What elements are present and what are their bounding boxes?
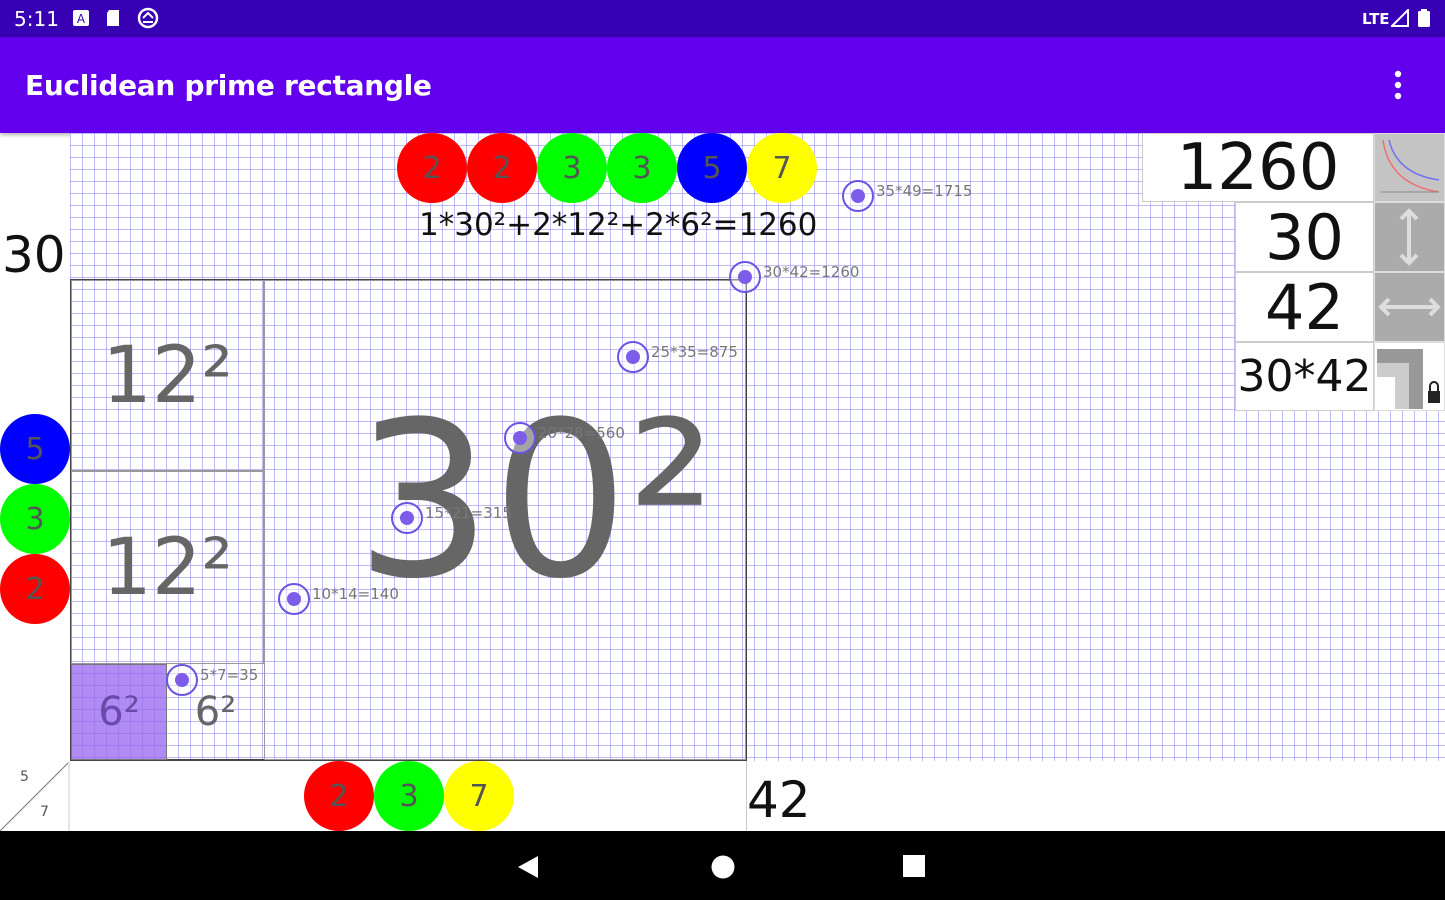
- vertical-arrows-icon: [1399, 208, 1419, 266]
- prime-ball-2[interactable]: 2: [0, 554, 70, 624]
- battery-icon: [1418, 9, 1430, 27]
- square-label: 12²: [102, 330, 233, 421]
- app-title: Euclidean prime rectangle: [25, 69, 432, 102]
- formula-text: 1*30²+2*12²+2*6²=1260: [419, 207, 818, 243]
- sd-card-icon: [107, 10, 119, 26]
- scale-point-marker[interactable]: [841, 179, 875, 213]
- svg-text:A: A: [77, 12, 86, 26]
- nested-squares-lock-icon: [1377, 349, 1440, 409]
- scale-point-label: 5*7=35: [200, 666, 259, 684]
- scale-point-label: 10*14=140: [312, 585, 399, 603]
- prime-ball-3[interactable]: 3: [0, 484, 70, 554]
- height-dimension-label: 30: [2, 226, 66, 284]
- horizontal-arrows-button[interactable]: [1374, 272, 1445, 342]
- scale-point-marker[interactable]: [165, 663, 199, 697]
- product-value: 30*42: [1235, 342, 1374, 411]
- product-text: 30*42: [1237, 351, 1372, 402]
- lte-signal-icon: [1391, 9, 1409, 27]
- width-text: 42: [1265, 270, 1344, 344]
- curve-graph-icon: [1381, 139, 1440, 193]
- area-text: 1260: [1176, 130, 1340, 205]
- network-type: LTE: [1362, 10, 1390, 28]
- scale-point-marker[interactable]: [277, 582, 311, 616]
- scale-point-label: 35*49=1715: [876, 182, 973, 200]
- notification-a-icon: A: [73, 10, 89, 26]
- scale-point-label: 30*42=1260: [763, 263, 860, 281]
- scale-point-marker[interactable]: [728, 260, 762, 294]
- prime-ball-2[interactable]: 2: [467, 133, 537, 203]
- width-value[interactable]: 42: [1235, 270, 1374, 344]
- bottom-strip: [0, 761, 1445, 831]
- square-12-top[interactable]: 12²: [71, 280, 264, 471]
- navigation-bar: [0, 831, 1445, 900]
- scale-point-label: 15*21=315: [425, 504, 512, 522]
- home-icon[interactable]: [710, 854, 736, 880]
- square-label: 12²: [102, 522, 233, 613]
- height-value[interactable]: 30: [1235, 200, 1374, 274]
- scale-point-label: 20*28=560: [538, 424, 625, 442]
- app-bar: Euclidean prime rectangle: [0, 37, 1445, 133]
- prime-ball-5[interactable]: 5: [677, 133, 747, 203]
- square-label: 6²: [194, 689, 237, 735]
- sync-icon: [137, 7, 159, 29]
- width-dimension-label: 42: [747, 771, 811, 829]
- horizontal-arrows-icon: [1378, 297, 1441, 317]
- scale-point-marker[interactable]: [503, 421, 537, 455]
- overflow-menu-icon[interactable]: [1388, 67, 1408, 103]
- status-time: 5:11: [14, 7, 59, 31]
- vertical-arrows-button[interactable]: [1374, 202, 1445, 272]
- square-12-bottom[interactable]: 12²: [71, 471, 264, 664]
- prime-ball-7[interactable]: 7: [747, 133, 817, 203]
- curve-graph-button[interactable]: [1374, 133, 1445, 202]
- scale-point-marker[interactable]: [616, 340, 650, 374]
- area-value: 1260: [1142, 130, 1374, 205]
- prime-ball-3[interactable]: 3: [537, 133, 607, 203]
- prime-ball-3[interactable]: 3: [374, 761, 444, 831]
- square-label: 30²: [355, 374, 715, 626]
- square-6-highlighted[interactable]: 6²: [71, 664, 167, 760]
- prime-ball-2[interactable]: 2: [397, 133, 467, 203]
- height-text: 30: [1265, 200, 1344, 274]
- ratio-bottom: 7: [40, 804, 49, 820]
- scale-point-label: 25*35=875: [651, 343, 738, 361]
- prime-ball-3[interactable]: 3: [607, 133, 677, 203]
- prime-ball-2[interactable]: 2: [304, 761, 374, 831]
- prime-ball-5[interactable]: 5: [0, 414, 70, 484]
- ratio-diagonal: [0, 761, 70, 831]
- status-bar: 5:11 A LTE: [0, 0, 1445, 37]
- nested-squares-lock-button[interactable]: [1374, 342, 1445, 411]
- back-icon[interactable]: [516, 855, 540, 879]
- recents-icon[interactable]: [903, 855, 925, 877]
- square-label: 6²: [98, 689, 140, 735]
- scale-point-marker[interactable]: [390, 501, 424, 535]
- prime-ball-7[interactable]: 7: [444, 761, 514, 831]
- ratio-top: 5: [20, 769, 29, 785]
